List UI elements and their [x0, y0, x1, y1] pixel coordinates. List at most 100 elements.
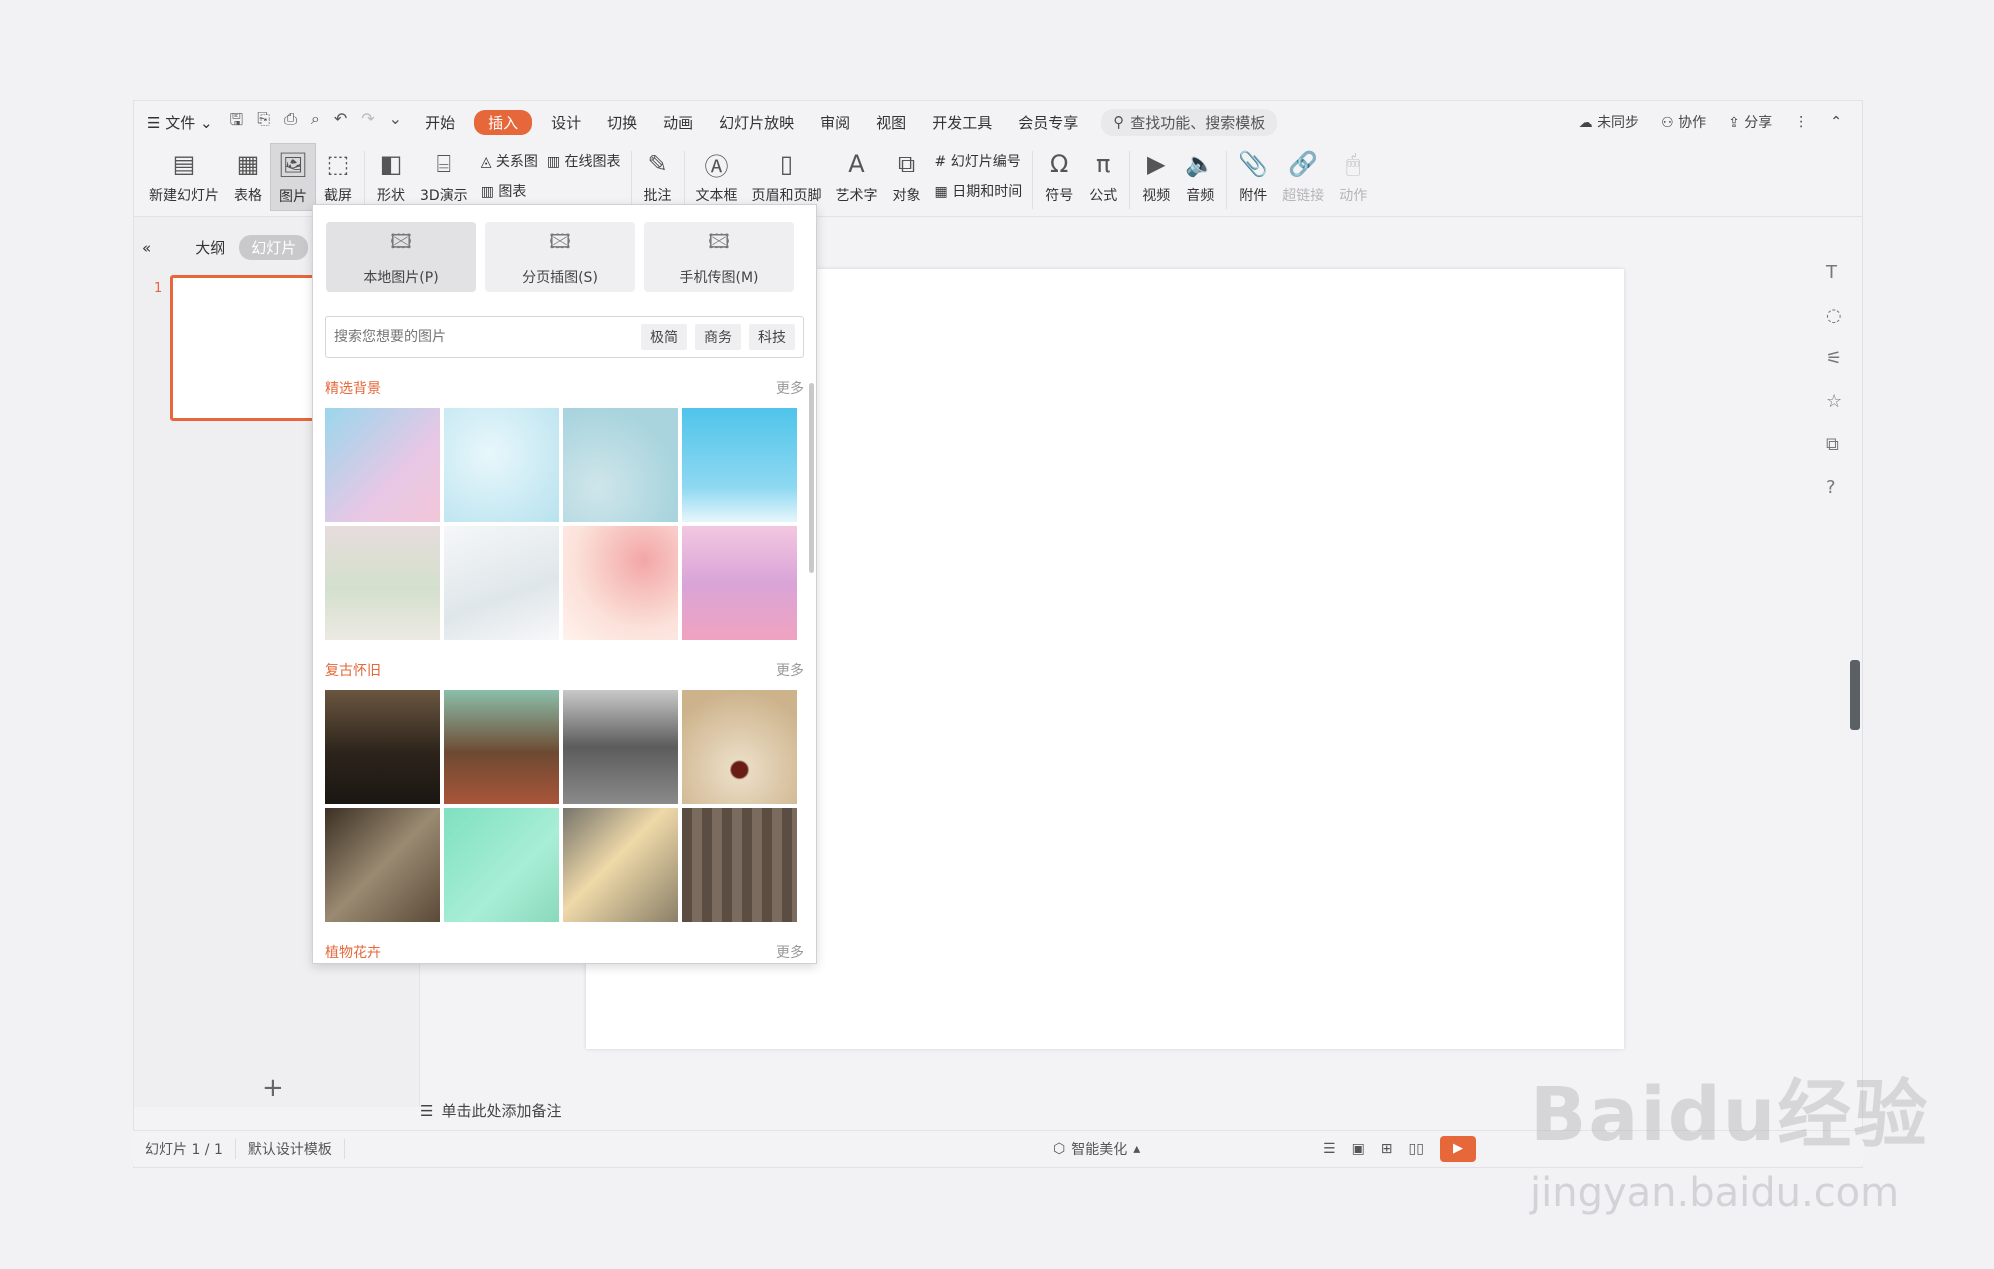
star-icon[interactable]: ☆ [1826, 391, 1842, 412]
tab-design[interactable]: 设计 [538, 112, 594, 133]
slide-thumbnail[interactable] [170, 275, 320, 421]
relation-diagram-button[interactable]: ◬ 关系图 ▥ 在线图表 [481, 151, 621, 171]
file-menu[interactable]: ☰ 文件 ⌄ [134, 112, 226, 133]
local-picture-button[interactable]: 🖾 本地图片(P) [326, 222, 476, 292]
video-button[interactable]: ▶ 视频 [1134, 143, 1178, 211]
notes-icon: ☰ [420, 1101, 434, 1120]
redo-icon[interactable]: ↷ [361, 109, 374, 136]
help-icon[interactable]: ? [1826, 477, 1842, 498]
dropdown-scrollbar[interactable] [809, 383, 814, 573]
reading-view-icon[interactable]: ▯▯ [1409, 1141, 1424, 1157]
more-link[interactable]: 更多 [776, 942, 804, 962]
picture-tile[interactable] [325, 808, 440, 922]
collab-button[interactable]: ⚇ 协作 [1661, 112, 1706, 132]
settings-sliders-icon[interactable]: ⚟ [1826, 348, 1842, 369]
tab-slides[interactable]: 幻灯片 [239, 235, 309, 260]
tag-tech[interactable]: 科技 [749, 324, 795, 350]
paged-picture-label: 分页插图(S) [522, 270, 598, 286]
tab-insert[interactable]: 插入 [474, 109, 533, 135]
hyperlink-button[interactable]: 🔗 超链接 [1275, 143, 1331, 211]
picture-tile[interactable] [444, 526, 559, 640]
datetime-label: 日期和时间 [952, 184, 1023, 200]
audio-button[interactable]: 🔈 音频 [1178, 143, 1222, 211]
shape-button[interactable]: ◧ 形状 [369, 143, 413, 211]
bulb-icon[interactable]: ◌ [1826, 305, 1842, 326]
tab-animation[interactable]: 动画 [650, 112, 706, 133]
normal-view-icon[interactable]: ▣ [1352, 1141, 1365, 1157]
picture-tile[interactable] [444, 408, 559, 522]
table-button[interactable]: ▦ 表格 [226, 143, 270, 211]
picture-tile[interactable] [563, 408, 678, 522]
picture-tile[interactable] [563, 808, 678, 922]
ribbon-divider [1226, 151, 1228, 209]
screenshot-icon: ⬚ [326, 150, 350, 178]
tab-slideshow[interactable]: 幻灯片放映 [706, 112, 807, 133]
chart-button[interactable]: ▥ 图表 [481, 181, 621, 201]
beautify-button[interactable]: ⬡ 智能美化 ▴ [1053, 1139, 1140, 1159]
picture-tile[interactable] [563, 526, 678, 640]
object-button[interactable]: ⧉ 对象 [885, 143, 929, 211]
3d-demo-button[interactable]: ⌸ 3D演示 [413, 143, 475, 211]
tab-home[interactable]: 开始 [412, 112, 468, 133]
play-icon[interactable]: ▶ [1439, 1135, 1476, 1162]
print-icon[interactable]: ⎙ [284, 109, 297, 136]
slide-number-button[interactable]: # 幻灯片编号 [935, 151, 1023, 171]
share-button[interactable]: ⇪ 分享 [1728, 112, 1772, 132]
print-preview-icon[interactable]: ⌕ [311, 109, 320, 136]
feature-search[interactable]: ⚲ 查找功能、搜索模板 [1101, 108, 1278, 136]
more-link[interactable]: 更多 [776, 660, 804, 680]
tab-member[interactable]: 会员专享 [1005, 112, 1091, 133]
paged-picture-button[interactable]: 🖾 分页插图(S) [485, 222, 635, 292]
textbox-button[interactable]: Ⓐ 文本框 [689, 143, 745, 211]
tab-transition[interactable]: 切换 [594, 112, 650, 133]
tab-developer[interactable]: 开发工具 [919, 112, 1005, 133]
picture-tile[interactable] [325, 526, 440, 640]
comment-button[interactable]: ✎ 批注 [636, 143, 680, 211]
format-painter-icon[interactable]: ⎘ [257, 109, 270, 136]
new-slide-button[interactable]: ▤ 新建幻灯片 [142, 143, 226, 211]
picture-tile[interactable] [682, 808, 797, 922]
tag-business[interactable]: 商务 [695, 324, 741, 350]
collapse-panel-icon[interactable]: « [142, 239, 151, 257]
save-icon[interactable]: 🖫 [230, 109, 244, 136]
notes-area[interactable]: ☰ 单击此处添加备注 [420, 1100, 561, 1121]
notes-view-icon[interactable]: ☰ [1323, 1141, 1336, 1157]
symbol-button[interactable]: Ω 符号 [1037, 143, 1081, 211]
picture-search-input[interactable] [334, 329, 633, 345]
screenshot-button[interactable]: ⬚ 截屏 [316, 143, 360, 211]
collapse-ribbon-icon[interactable]: ⌃ [1830, 114, 1842, 130]
add-slide-icon[interactable]: + [262, 1073, 284, 1103]
customize-icon[interactable]: ⌄ [389, 109, 402, 136]
formula-button[interactable]: π 公式 [1081, 143, 1125, 211]
undo-icon[interactable]: ↶ [334, 109, 347, 136]
datetime-button[interactable]: ▦ 日期和时间 [935, 181, 1023, 201]
more-link[interactable]: 更多 [776, 378, 804, 398]
phone-picture-button[interactable]: 🖾 手机传图(M) [644, 222, 794, 292]
picture-tile[interactable] [682, 408, 797, 522]
picture-tile[interactable] [325, 690, 440, 804]
copy-icon[interactable]: ⧉ [1826, 434, 1842, 455]
more-icon[interactable]: ⋮ [1794, 114, 1808, 130]
attachment-button[interactable]: 📎 附件 [1231, 143, 1275, 211]
action-button[interactable]: 🖱 动作 [1331, 143, 1375, 211]
sync-label: 未同步 [1597, 115, 1640, 131]
header-footer-button[interactable]: ▯ 页眉和页脚 [745, 143, 829, 211]
picture-button[interactable]: 🖼 图片 [270, 143, 316, 211]
picture-tile[interactable] [563, 690, 678, 804]
tab-outline[interactable]: 大纲 [195, 237, 225, 258]
sync-button[interactable]: ☁ 未同步 [1579, 112, 1639, 132]
picture-tile[interactable] [682, 690, 797, 804]
picture-tile[interactable] [325, 408, 440, 522]
tab-view[interactable]: 视图 [863, 112, 919, 133]
picture-tile[interactable] [682, 526, 797, 640]
tag-minimal[interactable]: 极简 [641, 324, 687, 350]
side-handle[interactable] [1850, 660, 1860, 730]
wordart-button[interactable]: A 艺术字 [829, 143, 885, 211]
tab-review[interactable]: 审阅 [807, 112, 863, 133]
picture-tile[interactable] [444, 690, 559, 804]
sorter-view-icon[interactable]: ⊞ [1381, 1141, 1393, 1157]
text-icon[interactable]: T [1826, 262, 1842, 283]
phone-picture-label: 手机传图(M) [679, 270, 759, 286]
picture-tile[interactable] [444, 808, 559, 922]
template-name[interactable]: 默认设计模板 [236, 1138, 345, 1159]
